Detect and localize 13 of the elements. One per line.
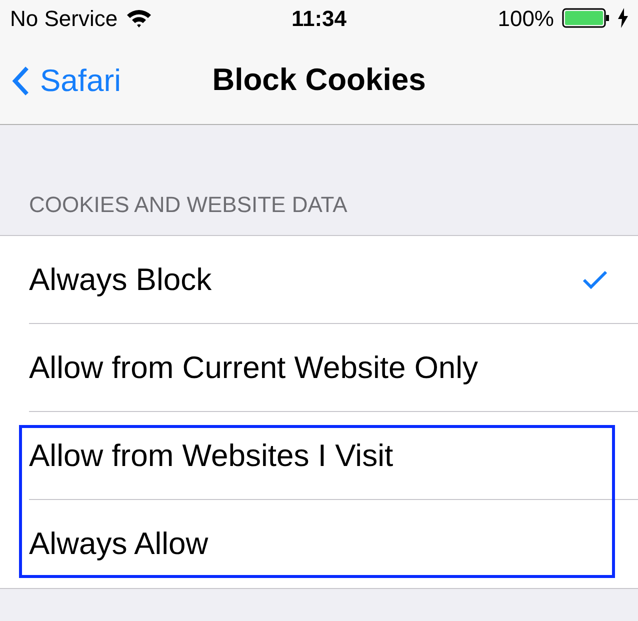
section-header: COOKIES AND WEBSITE DATA bbox=[29, 191, 348, 219]
option-label[interactable]: Allow from Websites I Visit bbox=[29, 432, 608, 480]
battery-text: 100% bbox=[498, 4, 554, 32]
chevron-left-icon bbox=[12, 66, 30, 96]
back-button[interactable]: Safari bbox=[12, 58, 121, 104]
carrier-text: No Service bbox=[10, 4, 118, 32]
battery-icon bbox=[562, 7, 610, 29]
option-label[interactable]: Always Allow bbox=[29, 520, 608, 568]
clock-text: 11:34 bbox=[291, 4, 347, 32]
option-label[interactable]: Allow from Current Website Only bbox=[29, 344, 608, 392]
option-label[interactable]: Always Block bbox=[29, 256, 582, 304]
wifi-icon bbox=[126, 8, 152, 28]
screen-title: Block Cookies bbox=[212, 60, 426, 99]
